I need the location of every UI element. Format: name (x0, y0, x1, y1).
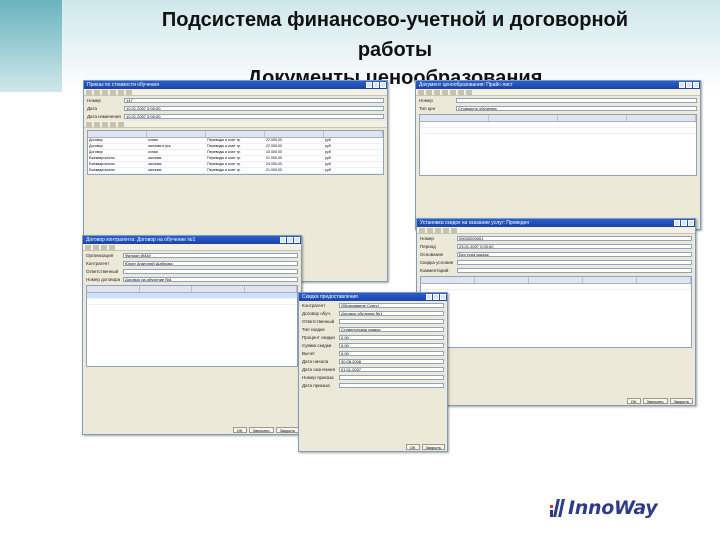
change-date-field[interactable]: 10.01.2007 0:00:00 (124, 114, 384, 119)
counterparty-field[interactable]: Юрин Анатолий Шаброва (123, 261, 298, 266)
contract-status-bar: OK Записать Закрыть (83, 426, 301, 434)
minimize-icon[interactable] (679, 82, 685, 88)
price-type-field[interactable]: Стоимость обучения (456, 106, 697, 111)
ok-button[interactable]: OK (626, 398, 641, 404)
number-field[interactable]: 00000000001 (457, 236, 692, 241)
innoway-logo-mark (548, 497, 568, 519)
minimize-icon[interactable] (366, 82, 372, 88)
number-field[interactable]: 147 (124, 98, 384, 103)
discount-table[interactable] (420, 276, 692, 348)
discount-percent-field[interactable]: 2,00 (339, 335, 444, 340)
contract-titlebar[interactable]: Договор контрагента: Договор на обучение… (83, 236, 301, 244)
innoway-logo: InnoWay (548, 495, 658, 521)
write-button[interactable]: Записать (248, 427, 274, 433)
responsible-field[interactable] (339, 319, 444, 324)
price-table[interactable]: Договор очная Переводы и кохе тр. 22 000,00… (87, 130, 384, 175)
table-row[interactable] (87, 299, 297, 305)
discount-window[interactable]: Установка скидок на оказание услуг: Пров… (416, 218, 696, 406)
price-order-titlebar[interactable]: Приказ по стоимости обучения (84, 81, 387, 89)
start-date-field[interactable]: 30.08.2008 (339, 359, 444, 364)
minimize-icon[interactable] (280, 237, 286, 243)
discount-type-field[interactable]: Студенческая скидка (339, 327, 444, 332)
close-icon[interactable] (440, 294, 446, 300)
contract-toolbar (83, 244, 301, 251)
price-list-toolbar (416, 89, 700, 96)
discount-detail-status-bar: OK Закрыть (299, 443, 447, 451)
price-order-toolbar (84, 89, 387, 96)
ok-button[interactable]: OK (232, 427, 247, 433)
table-toolbar (84, 121, 387, 128)
deduction-field[interactable]: 0,00 (339, 351, 444, 356)
write-button[interactable]: Записать (642, 398, 668, 404)
responsible-field[interactable] (123, 269, 298, 274)
minimize-icon[interactable] (426, 294, 432, 300)
price-list-table[interactable] (419, 114, 697, 176)
minimize-icon[interactable] (674, 220, 680, 226)
close-icon[interactable] (380, 82, 386, 88)
basis-field[interactable]: Без типа скидок (457, 252, 692, 257)
discount-detail-titlebar[interactable]: Скидка предоставления (299, 293, 447, 301)
innoway-logo-text: InnoWay (568, 497, 658, 519)
discount-status-bar: OK Записать Закрыть (417, 397, 695, 405)
table-row[interactable] (421, 284, 691, 290)
discount-sum-field[interactable]: 0,00 (339, 343, 444, 348)
price-list-window[interactable]: Документ ценообразования: Прайс-лист Ном… (415, 80, 701, 230)
contract-number-field[interactable]: Договор на обучение №1 (123, 277, 298, 282)
contract-field[interactable]: Договор обучения №1 (339, 311, 444, 316)
discount-toolbar (417, 227, 695, 234)
contract-window[interactable]: Договор контрагента: Договор на обучение… (82, 235, 302, 435)
maximize-icon[interactable] (287, 237, 293, 243)
date-field[interactable]: 10.01.2007 0:00:00 (124, 106, 384, 111)
order-date-field[interactable] (339, 383, 444, 388)
organization-field[interactable]: Филиал ИИАУ (123, 253, 298, 258)
close-button[interactable]: Закрыть (275, 427, 299, 433)
table-row[interactable]: Ежеквартально заочная Переводы и кохе тр. 2… (88, 168, 383, 174)
end-date-field[interactable]: 01.01.2007 (339, 367, 444, 372)
slide-title-line1: Подсистема финансово-учетной и договорно… (161, 9, 629, 31)
close-button[interactable]: Закрыть (421, 444, 445, 450)
close-button[interactable]: Закрыть (669, 398, 693, 404)
discount-detail-window[interactable]: Скидка предоставления Контрагент Образова… (298, 292, 448, 452)
number-field[interactable] (456, 98, 697, 103)
maximize-icon[interactable] (681, 220, 687, 226)
ok-button[interactable]: OK (405, 444, 420, 450)
close-icon[interactable] (688, 220, 694, 226)
slide-title-line2: работы (357, 39, 433, 61)
close-icon[interactable] (294, 237, 300, 243)
discount-titlebar[interactable]: Установка скидок на оказание услуг: Пров… (417, 219, 695, 227)
order-number-field[interactable] (339, 375, 444, 380)
table-row[interactable] (420, 128, 696, 134)
counterparty-field[interactable]: Образование Сургут (339, 303, 444, 308)
close-icon[interactable] (693, 82, 699, 88)
maximize-icon[interactable] (433, 294, 439, 300)
condition-field[interactable] (457, 260, 692, 265)
header-accent (0, 0, 62, 92)
comment-field[interactable] (457, 268, 692, 273)
price-list-titlebar[interactable]: Документ ценообразования: Прайс-лист (416, 81, 700, 89)
contract-table[interactable] (86, 285, 298, 367)
maximize-icon[interactable] (373, 82, 379, 88)
period-field[interactable]: 23.01.2007 0:00:00 (457, 244, 692, 249)
maximize-icon[interactable] (686, 82, 692, 88)
